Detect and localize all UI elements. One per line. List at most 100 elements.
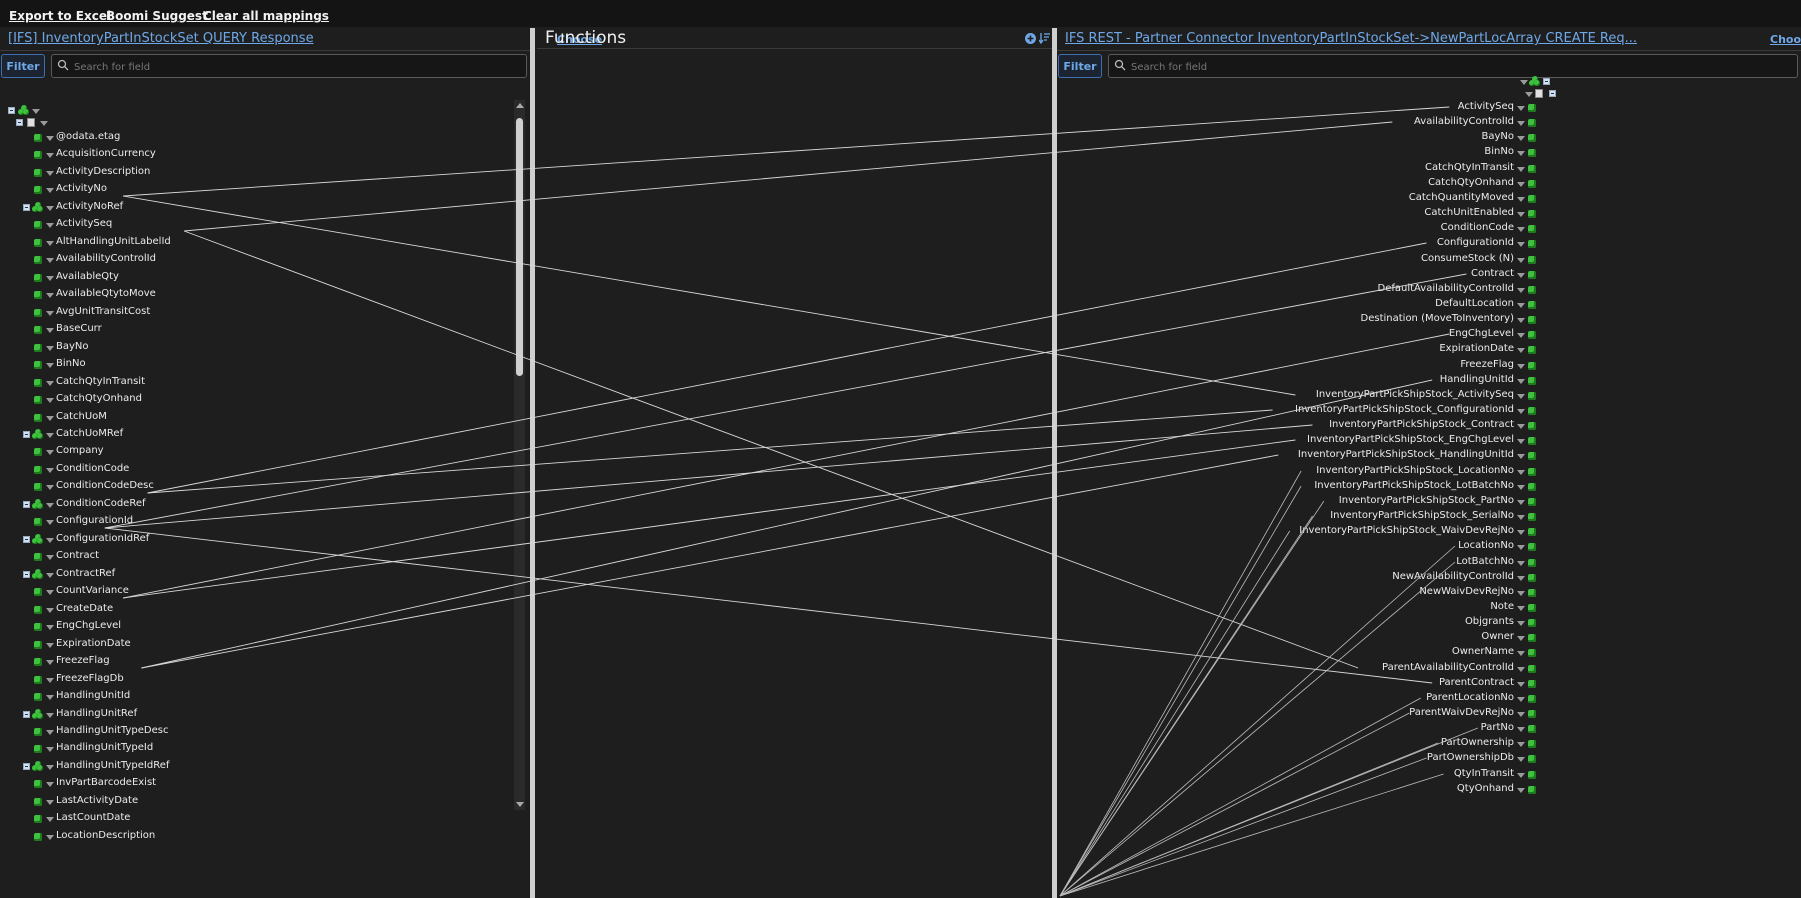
- chevron-down-icon[interactable]: [1517, 606, 1525, 611]
- target-field-row[interactable]: AvailabilityControlId: [1060, 116, 1560, 130]
- chevron-down-icon[interactable]: [1517, 561, 1525, 566]
- chevron-down-icon[interactable]: [1517, 258, 1525, 263]
- chevron-down-icon[interactable]: [46, 747, 54, 752]
- chevron-down-icon[interactable]: [1517, 712, 1525, 717]
- source-field-row[interactable]: AvgUnitTransitCost: [0, 306, 512, 320]
- left-divider[interactable]: [530, 28, 535, 898]
- source-field-row[interactable]: ActivityNoRef: [0, 201, 512, 215]
- source-field-row[interactable]: BayNo: [0, 341, 512, 355]
- chevron-down-icon[interactable]: [46, 346, 54, 351]
- chevron-down-icon[interactable]: [1517, 227, 1525, 232]
- target-field-row[interactable]: InventoryPartPickShipStock_WaivDevRejNo: [1060, 525, 1560, 539]
- chevron-down-icon[interactable]: [46, 381, 54, 386]
- chevron-down-icon[interactable]: [46, 311, 54, 316]
- target-field-row[interactable]: Contract: [1060, 268, 1560, 282]
- chevron-down-icon[interactable]: [46, 171, 54, 176]
- source-field-row[interactable]: CatchUoM: [0, 411, 512, 425]
- target-field-row[interactable]: QtyInTransit: [1060, 768, 1560, 782]
- target-field-row[interactable]: ExpirationDate: [1060, 343, 1560, 357]
- target-field-row[interactable]: InventoryPartPickShipStock_Contract: [1060, 419, 1560, 433]
- chevron-down-icon[interactable]: [46, 730, 54, 735]
- source-field-row[interactable]: AltHandlingUnitLabelId: [0, 236, 512, 250]
- chevron-down-icon[interactable]: [1517, 212, 1525, 217]
- target-field-row[interactable]: CatchQtyInTransit: [1060, 162, 1560, 176]
- target-field-row[interactable]: ConsumeStock (N): [1060, 253, 1560, 267]
- chevron-down-icon[interactable]: [1517, 515, 1525, 520]
- export-to-excel-button[interactable]: Export to Excel: [9, 9, 111, 23]
- collapse-toggle[interactable]: [1549, 90, 1556, 97]
- target-field-row[interactable]: InventoryPartPickShipStock_PartNo: [1060, 495, 1560, 509]
- target-field-row[interactable]: BinNo: [1060, 146, 1560, 160]
- source-field-row[interactable]: AvailableQty: [0, 271, 512, 285]
- source-field-row[interactable]: ActivityNo: [0, 183, 512, 197]
- chevron-down-icon[interactable]: [1517, 545, 1525, 550]
- target-field-row[interactable]: EngChgLevel: [1060, 328, 1560, 342]
- source-field-row[interactable]: FreezeFlagDb: [0, 673, 512, 687]
- target-field-row[interactable]: LotBatchNo: [1060, 556, 1560, 570]
- source-profile-title[interactable]: [IFS] InventoryPartInStockSet QUERY Resp…: [8, 31, 548, 46]
- target-field-row[interactable]: PartOwnershipDb: [1060, 752, 1560, 766]
- sort-icon[interactable]: [1039, 32, 1050, 44]
- source-field-row[interactable]: ConditionCodeRef: [0, 498, 512, 512]
- expand-toggle[interactable]: [23, 501, 30, 508]
- chevron-down-icon[interactable]: [46, 625, 54, 630]
- target-field-row[interactable]: InventoryPartPickShipStock_LotBatchNo: [1060, 480, 1560, 494]
- chevron-down-icon[interactable]: [1517, 454, 1525, 459]
- collapse-toggle[interactable]: [16, 119, 23, 126]
- chevron-down-icon[interactable]: [1520, 80, 1528, 85]
- target-field-row[interactable]: CatchQuantityMoved: [1060, 192, 1560, 206]
- source-field-row[interactable]: HandlingUnitTypeId: [0, 742, 512, 756]
- boomi-suggest-button[interactable]: Boomi Suggest: [106, 9, 208, 23]
- target-field-row[interactable]: DefaultAvailabilityControlId: [1060, 283, 1560, 297]
- target-field-row[interactable]: LocationNo: [1060, 540, 1560, 554]
- target-field-row[interactable]: InventoryPartPickShipStock_LocationNo: [1060, 465, 1560, 479]
- target-field-row[interactable]: Destination (MoveToInventory): [1060, 313, 1560, 327]
- source-filter-button[interactable]: Filter: [1, 54, 45, 78]
- chevron-down-icon[interactable]: [1517, 591, 1525, 596]
- chevron-down-icon[interactable]: [46, 817, 54, 822]
- target-field-row[interactable]: InventoryPartPickShipStock_SerialNo: [1060, 510, 1560, 524]
- target-field-row[interactable]: ParentContract: [1060, 677, 1560, 691]
- chevron-down-icon[interactable]: [1517, 742, 1525, 747]
- chevron-down-icon[interactable]: [46, 503, 54, 508]
- chevron-down-icon[interactable]: [46, 782, 54, 787]
- chevron-down-icon[interactable]: [46, 800, 54, 805]
- source-search-input[interactable]: [72, 57, 479, 77]
- source-field-row[interactable]: Contract: [0, 550, 512, 564]
- chevron-down-icon[interactable]: [1517, 757, 1525, 762]
- source-field-row[interactable]: ContractRef: [0, 568, 512, 582]
- source-field-row[interactable]: CatchQtyOnhand: [0, 393, 512, 407]
- chevron-down-icon[interactable]: [46, 153, 54, 158]
- chevron-down-icon[interactable]: [46, 188, 54, 193]
- chevron-down-icon[interactable]: [1517, 651, 1525, 656]
- expand-toggle[interactable]: [23, 204, 30, 211]
- chevron-down-icon[interactable]: [1517, 364, 1525, 369]
- source-field-row[interactable]: HandlingUnitTypeIdRef: [0, 760, 512, 774]
- target-field-row[interactable]: ActivitySeq: [1060, 101, 1560, 115]
- chevron-down-icon[interactable]: [46, 678, 54, 683]
- target-field-row[interactable]: ParentWaivDevRejNo: [1060, 707, 1560, 721]
- source-field-row[interactable]: LocationDescription: [0, 830, 512, 844]
- source-field-row[interactable]: LastCountDate: [0, 812, 512, 826]
- chevron-down-icon[interactable]: [1517, 182, 1525, 187]
- chevron-down-icon[interactable]: [1517, 151, 1525, 156]
- source-field-row[interactable]: CatchUoMRef: [0, 428, 512, 442]
- target-field-row[interactable]: FreezeFlag: [1060, 359, 1560, 373]
- target-choose-link[interactable]: Choo: [1770, 33, 1801, 46]
- chevron-down-icon[interactable]: [46, 206, 54, 211]
- chevron-down-icon[interactable]: [1517, 136, 1525, 141]
- source-field-row[interactable]: LastActivityDate: [0, 795, 512, 809]
- chevron-down-icon[interactable]: [46, 608, 54, 613]
- target-field-row[interactable]: NewWaivDevRejNo: [1060, 586, 1560, 600]
- chevron-down-icon[interactable]: [46, 695, 54, 700]
- target-field-row[interactable]: ConfigurationId: [1060, 237, 1560, 251]
- chevron-down-icon[interactable]: [1517, 167, 1525, 172]
- chevron-down-icon[interactable]: [1517, 439, 1525, 444]
- target-field-row[interactable]: BayNo: [1060, 131, 1560, 145]
- chevron-down-icon[interactable]: [46, 660, 54, 665]
- chevron-down-icon[interactable]: [46, 450, 54, 455]
- chevron-down-icon[interactable]: [1517, 788, 1525, 793]
- source-field-row[interactable]: BaseCurr: [0, 323, 512, 337]
- chevron-down-icon[interactable]: [46, 398, 54, 403]
- chevron-down-icon[interactable]: [1517, 106, 1525, 111]
